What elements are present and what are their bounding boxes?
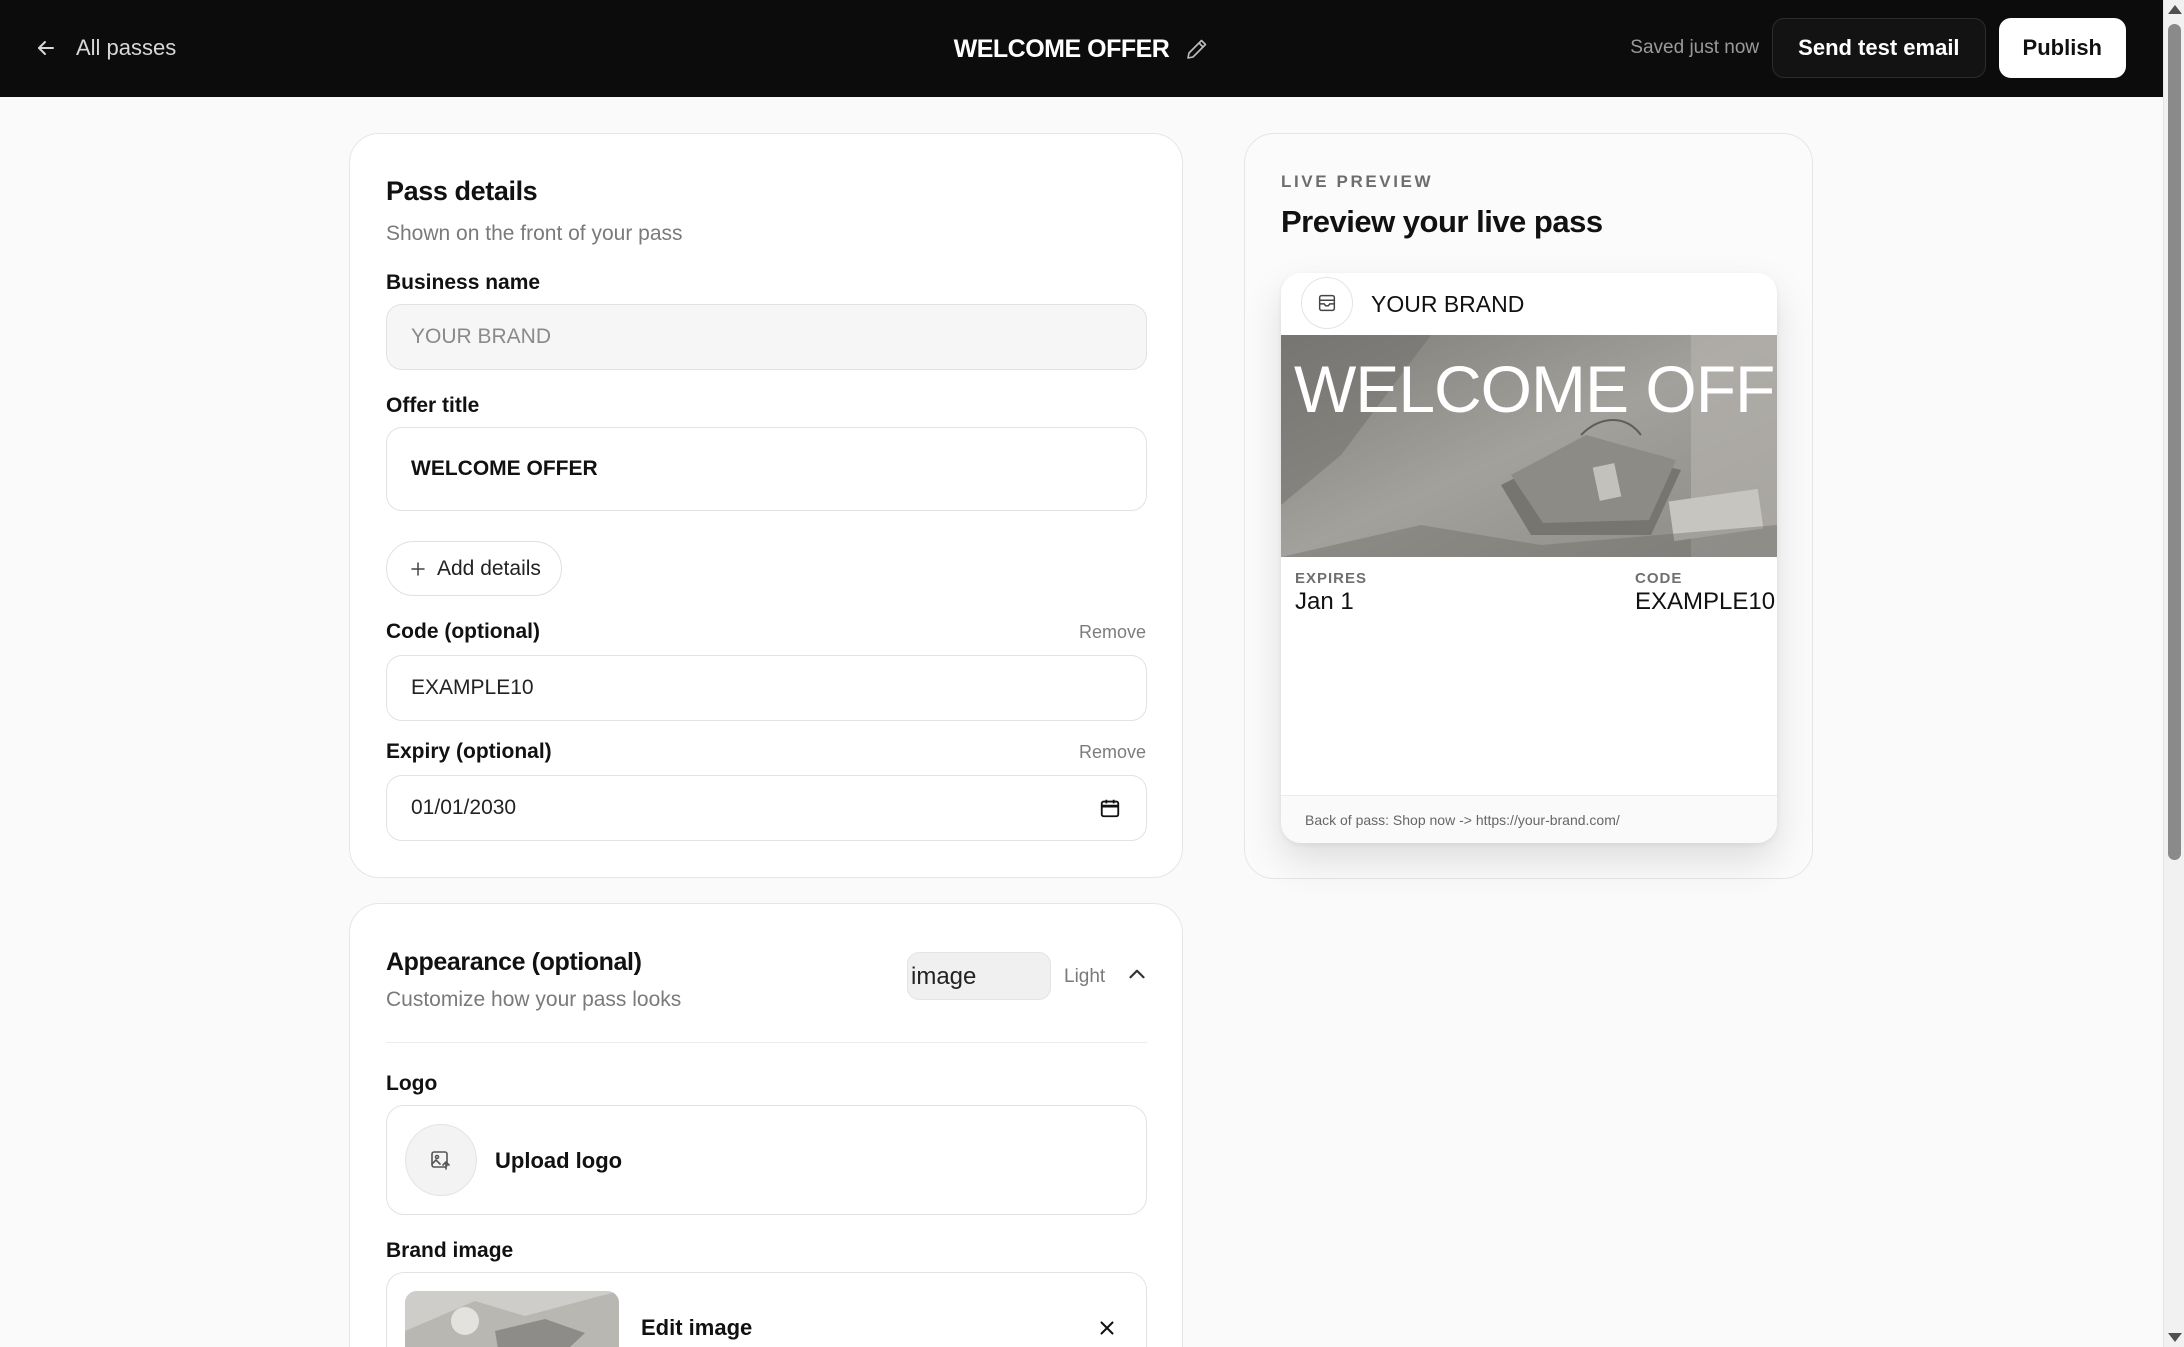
- add-details-label: Add details: [437, 556, 541, 580]
- business-name-label: Business name: [386, 271, 541, 294]
- brand-image-box[interactable]: Edit image: [386, 1272, 1147, 1347]
- close-icon[interactable]: [1096, 1317, 1118, 1339]
- top-bar: All passes WELCOME OFFER Saved just now …: [0, 0, 2163, 97]
- image-upload-icon: [431, 1151, 450, 1170]
- upload-logo-circle: [405, 1124, 477, 1196]
- pass-details-title: Pass details: [386, 176, 538, 206]
- chevron-up-icon[interactable]: [1124, 961, 1150, 987]
- live-preview-card: LIVE PREVIEW Preview your live pass YOUR…: [1244, 133, 1813, 879]
- expiry-date-input[interactable]: [386, 775, 1147, 841]
- all-passes-link[interactable]: All passes: [34, 30, 176, 66]
- pass-logo: [1301, 277, 1353, 329]
- pass-code-label: CODE: [1635, 570, 1683, 587]
- pass-details-subtitle: Shown on the front of your pass: [386, 222, 683, 245]
- plus-icon: [411, 561, 425, 576]
- remove-expiry-link[interactable]: Remove: [1079, 742, 1146, 763]
- calendar-icon[interactable]: [1099, 797, 1121, 819]
- live-preview-title: Preview your live pass: [1281, 204, 1603, 239]
- upload-logo-box[interactable]: Upload logo: [386, 1105, 1147, 1215]
- offer-title-input[interactable]: [386, 427, 1147, 511]
- remove-code-link[interactable]: Remove: [1079, 622, 1146, 643]
- scroll-thumb[interactable]: [2168, 24, 2181, 860]
- add-details-button[interactable]: Add details: [386, 541, 562, 596]
- style-select[interactable]: image: [907, 952, 1051, 1000]
- appearance-subtitle: Customize how your pass looks: [386, 988, 682, 1011]
- pass-hero-image: WELCOME OFFER: [1281, 335, 1777, 557]
- code-input[interactable]: [386, 655, 1147, 721]
- page-scrollbar[interactable]: [2163, 0, 2184, 1347]
- offer-title-label: Offer title: [386, 394, 480, 417]
- pass-preview: YOUR BRAND WELCOME OFF EXPIRES Jan 1 COD…: [1281, 273, 1777, 843]
- upload-logo-label: Upload logo: [495, 1148, 623, 1173]
- expiry-label: Expiry (optional): [386, 740, 552, 763]
- brand-image-label: Brand image: [386, 1239, 514, 1262]
- pass-offer-title: WELCOME OFFER: [1294, 352, 1777, 426]
- edit-image-label[interactable]: Edit image: [641, 1315, 752, 1341]
- saved-status: Saved just now: [1630, 37, 1760, 58]
- pencil-icon[interactable]: [1185, 37, 1209, 61]
- business-name-input[interactable]: [386, 304, 1147, 370]
- top-actions: Saved just now Send test email Publish: [1630, 18, 2126, 78]
- pass-back-text: Back of pass: Shop now -> https://your-b…: [1281, 795, 1777, 843]
- publish-button[interactable]: Publish: [1998, 18, 2126, 78]
- all-passes-label: All passes: [76, 35, 177, 60]
- appearance-title: Appearance (optional): [386, 948, 642, 976]
- arrow-left-icon: [38, 41, 54, 55]
- scroll-down-arrow[interactable]: [2168, 1333, 2182, 1342]
- divider: [386, 1042, 1147, 1043]
- pass-expires-value: Jan 1: [1295, 588, 1354, 615]
- appearance-card: Appearance (optional) Customize how your…: [349, 903, 1183, 1347]
- live-preview-eyebrow: LIVE PREVIEW: [1281, 172, 1434, 191]
- wallet-icon: [1318, 294, 1336, 312]
- page-title: WELCOME OFFER: [953, 34, 1170, 63]
- pass-expires-label: EXPIRES: [1295, 570, 1368, 587]
- pass-brand-name: YOUR BRAND: [1371, 291, 1525, 317]
- logo-label: Logo: [386, 1072, 438, 1095]
- theme-toggle[interactable]: Light: [1064, 966, 1105, 988]
- send-test-email-button[interactable]: Send test email: [1772, 18, 1986, 78]
- brand-image-thumbnail: [405, 1291, 619, 1347]
- pass-details-card: Pass details Shown on the front of your …: [349, 133, 1183, 878]
- scroll-up-arrow[interactable]: [2168, 5, 2182, 14]
- code-label: Code (optional): [386, 620, 540, 643]
- pass-code-value: EXAMPLE10: [1635, 588, 1776, 615]
